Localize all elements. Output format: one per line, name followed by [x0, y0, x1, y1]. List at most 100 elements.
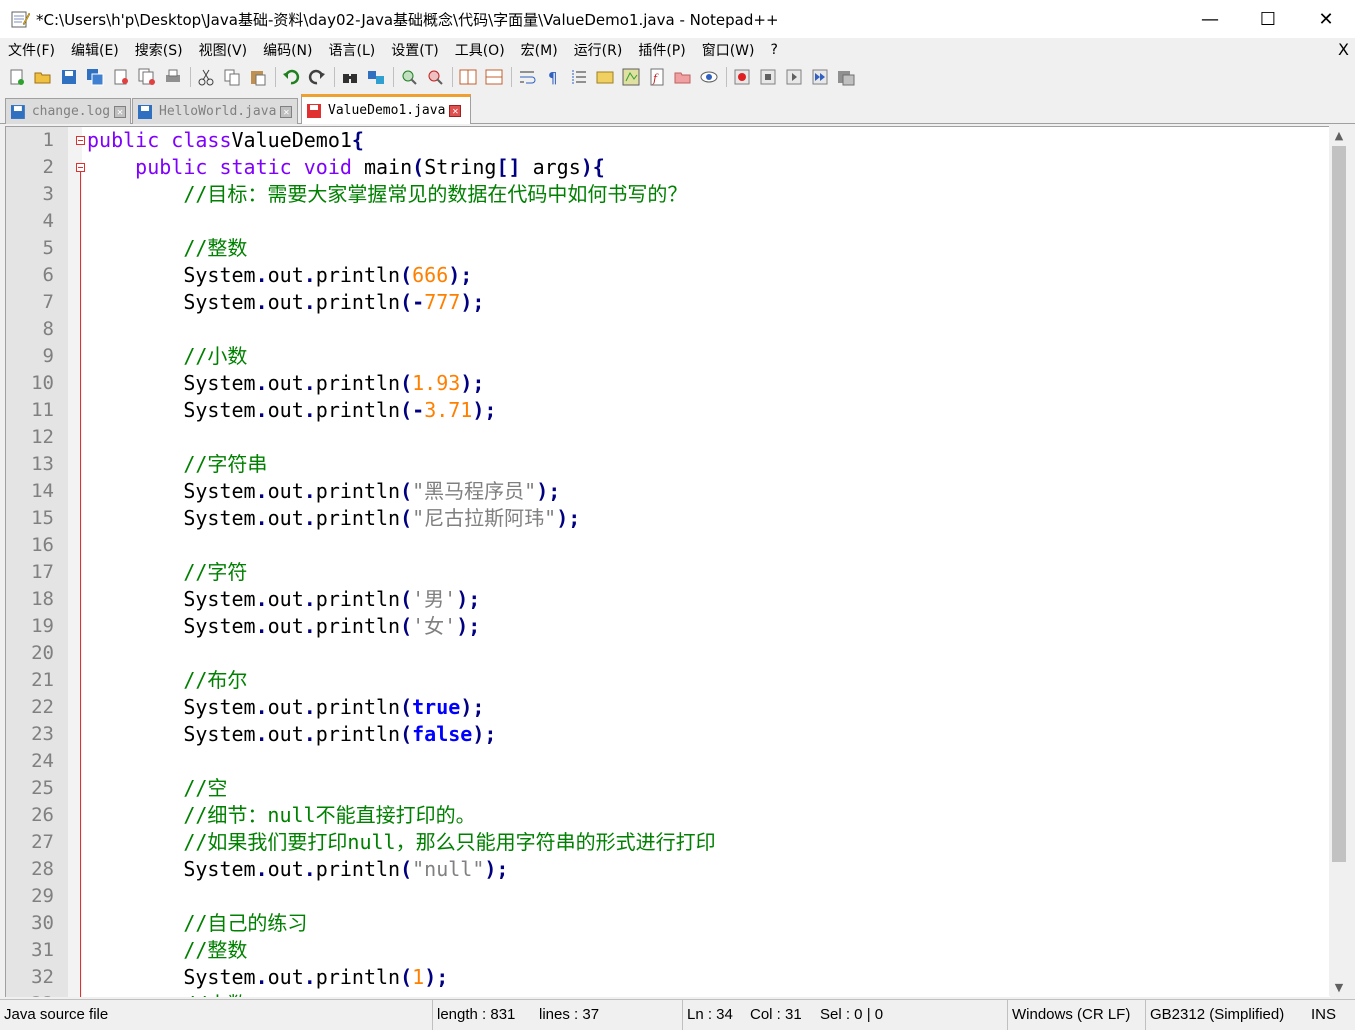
sync-horizontal-icon[interactable]	[483, 66, 505, 88]
code-line[interactable]: 24	[6, 748, 1330, 775]
code-line[interactable]: 26 //细节：null不能直接打印的。	[6, 802, 1330, 829]
close-window-button[interactable]: ✕	[1297, 0, 1355, 38]
code-line[interactable]: 27 //如果我们要打印null，那么只能用字符串的形式进行打印	[6, 829, 1330, 856]
code-token: (-	[400, 398, 425, 422]
menu-view[interactable]: 视图(V)	[191, 40, 256, 60]
open-file-icon[interactable]	[32, 66, 54, 88]
show-all-chars-icon[interactable]: ¶	[542, 66, 564, 88]
tab-change-log[interactable]: change.log ✕	[5, 98, 131, 124]
copy-icon[interactable]	[221, 66, 243, 88]
menu-tools[interactable]: 工具(O)	[447, 40, 513, 60]
maximize-button[interactable]: ☐	[1239, 0, 1297, 38]
code-line[interactable]: 21 //布尔	[6, 667, 1330, 694]
code-line[interactable]: 11 System.out.println(-3.71);	[6, 397, 1330, 424]
menu-window[interactable]: 窗口(W)	[694, 40, 763, 60]
code-line[interactable]: 2 public static void main(String[] args)…	[6, 154, 1330, 181]
code-line[interactable]: 15 System.out.println("尼古拉斯阿玮");	[6, 505, 1330, 532]
save-macro-icon[interactable]	[835, 66, 857, 88]
menu-edit[interactable]: 编辑(E)	[63, 40, 127, 60]
scrollbar-thumb[interactable]	[1332, 146, 1346, 862]
code-line[interactable]: 6 System.out.println(666);	[6, 262, 1330, 289]
paste-icon[interactable]	[247, 66, 269, 88]
tab-close-icon[interactable]: ✕	[114, 105, 126, 118]
code-line[interactable]: 22 System.out.println(true);	[6, 694, 1330, 721]
code-line[interactable]: 1 public classValueDemo1{	[6, 127, 1330, 154]
find-icon[interactable]	[339, 66, 361, 88]
sync-vertical-icon[interactable]	[457, 66, 479, 88]
code-line[interactable]: 20	[6, 640, 1330, 667]
menu-search[interactable]: 搜索(S)	[127, 40, 191, 60]
word-wrap-icon[interactable]	[516, 66, 538, 88]
menu-help[interactable]: ?	[763, 42, 786, 58]
menu-settings[interactable]: 设置(T)	[383, 40, 446, 60]
replace-icon[interactable]	[365, 66, 387, 88]
menu-language[interactable]: 语言(L)	[321, 40, 384, 60]
code-line[interactable]: 19 System.out.println('女');	[6, 613, 1330, 640]
code-token: public static void	[135, 155, 352, 179]
code-line[interactable]: 32 System.out.println(1);	[6, 964, 1330, 991]
play-macro-icon[interactable]	[783, 66, 805, 88]
redo-icon[interactable]	[306, 66, 328, 88]
menu-file[interactable]: 文件(F)	[0, 40, 63, 60]
tab-close-icon[interactable]: ✕	[280, 105, 293, 118]
run-macro-multiple-icon[interactable]	[809, 66, 831, 88]
new-file-icon[interactable]	[6, 66, 28, 88]
code-line[interactable]: 8	[6, 316, 1330, 343]
code-line[interactable]: 5 //整数	[6, 235, 1330, 262]
menu-encoding[interactable]: 编码(N)	[255, 40, 320, 60]
code-token: .	[303, 857, 316, 881]
code-line[interactable]: 29	[6, 883, 1330, 910]
code-line[interactable]: 13 //字符串	[6, 451, 1330, 478]
monitoring-icon[interactable]	[698, 66, 720, 88]
function-list-icon[interactable]: f	[646, 66, 668, 88]
code-line[interactable]: 18 System.out.println('男');	[6, 586, 1330, 613]
code-line[interactable]: 12	[6, 424, 1330, 451]
zoom-out-icon[interactable]	[424, 66, 446, 88]
vertical-scrollbar[interactable]: ▲ ▼	[1329, 126, 1349, 996]
folder-workspace-icon[interactable]	[672, 66, 694, 88]
save-all-icon[interactable]	[84, 66, 106, 88]
code-line[interactable]: 9 //小数	[6, 343, 1330, 370]
tab-close-icon[interactable]: ✕	[449, 104, 462, 117]
record-macro-icon[interactable]	[731, 66, 753, 88]
notepad-app-icon	[10, 9, 30, 29]
code-line[interactable]: 4	[6, 208, 1330, 235]
menu-plugins[interactable]: 插件(P)	[630, 40, 693, 60]
code-token: //空	[183, 776, 228, 800]
code-line[interactable]: 23 System.out.println(false);	[6, 721, 1330, 748]
code-line[interactable]: 28 System.out.println("null");	[6, 856, 1330, 883]
save-icon[interactable]	[58, 66, 80, 88]
code-line[interactable]: 3 //目标：需要大家掌握常见的数据在代码中如何书写的？	[6, 181, 1330, 208]
code-line[interactable]: 33 //小数	[6, 991, 1330, 997]
close-all-icon[interactable]	[136, 66, 158, 88]
stop-macro-icon[interactable]	[757, 66, 779, 88]
indent-guide-icon[interactable]	[568, 66, 590, 88]
code-line[interactable]: 10 System.out.println(1.93);	[6, 370, 1330, 397]
menu-run[interactable]: 运行(R)	[566, 40, 631, 60]
doc-map-icon[interactable]	[620, 66, 642, 88]
minimize-button[interactable]: —	[1181, 0, 1239, 38]
code-line[interactable]: 16	[6, 532, 1330, 559]
code-editor[interactable]: 1 public classValueDemo1{2 public static …	[5, 126, 1330, 997]
code-line[interactable]: 17 //字符	[6, 559, 1330, 586]
close-icon[interactable]	[110, 66, 132, 88]
udl-icon[interactable]	[594, 66, 616, 88]
code-line[interactable]: 31 //整数	[6, 937, 1330, 964]
tab-helloworld-java[interactable]: HelloWorld.java ✕	[132, 98, 298, 124]
menu-macro[interactable]: 宏(M)	[513, 40, 566, 60]
line-number: 21	[31, 669, 54, 691]
tab-valuedemo1-java[interactable]: ValueDemo1.java ✕	[301, 94, 471, 124]
print-icon[interactable]	[162, 66, 184, 88]
code-line[interactable]: 14 System.out.println("黑马程序员");	[6, 478, 1330, 505]
code-line[interactable]: 7 System.out.println(-777);	[6, 289, 1330, 316]
code-line[interactable]: 25 //空	[6, 775, 1330, 802]
code-line[interactable]: 30 //自己的练习	[6, 910, 1330, 937]
close-document-button[interactable]: X	[1338, 40, 1349, 59]
zoom-in-icon[interactable]	[398, 66, 420, 88]
cut-icon[interactable]	[195, 66, 217, 88]
scroll-up-icon[interactable]: ▲	[1329, 126, 1349, 144]
undo-icon[interactable]	[280, 66, 302, 88]
code-text: public static void main(String[] args){	[87, 154, 605, 181]
scroll-down-icon[interactable]: ▼	[1329, 978, 1349, 996]
code-token: System	[87, 479, 256, 503]
